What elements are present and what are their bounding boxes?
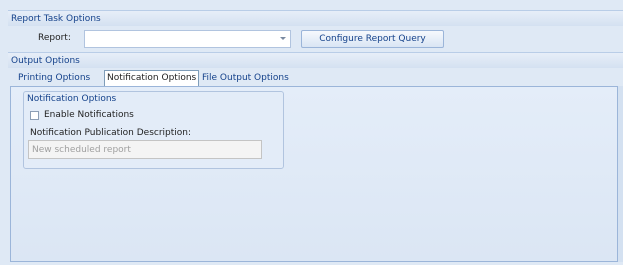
report-task-options-header: Report Task Options bbox=[8, 10, 623, 26]
notification-options-title: Notification Options bbox=[27, 94, 117, 104]
enable-notifications-checkbox[interactable] bbox=[30, 111, 39, 120]
tab-notification-options[interactable]: Notification Options bbox=[104, 70, 200, 86]
chevron-down-icon[interactable] bbox=[280, 37, 286, 40]
notification-description-field[interactable] bbox=[28, 140, 262, 159]
report-row: Report: Configure Report Query bbox=[8, 27, 623, 51]
output-tabs: Printing Options Notification Options Fi… bbox=[8, 70, 623, 86]
notification-description-label: Notification Publication Description: bbox=[30, 128, 192, 138]
notification-tab-panel: Notification Options Enable Notification… bbox=[10, 86, 618, 262]
report-label: Report: bbox=[38, 33, 71, 43]
panel-edge bbox=[618, 86, 623, 262]
notification-options-group: Notification Options Enable Notification… bbox=[23, 91, 284, 169]
tab-file-output-options[interactable]: File Output Options bbox=[200, 71, 291, 86]
report-task-window: Report Task Options Report: Configure Re… bbox=[0, 0, 623, 265]
enable-notifications-label[interactable]: Enable Notifications bbox=[44, 110, 134, 120]
tab-printing-options[interactable]: Printing Options bbox=[16, 71, 92, 86]
configure-report-query-button[interactable]: Configure Report Query bbox=[301, 30, 444, 48]
output-options-header: Output Options bbox=[8, 52, 623, 68]
report-dropdown[interactable] bbox=[84, 30, 291, 48]
